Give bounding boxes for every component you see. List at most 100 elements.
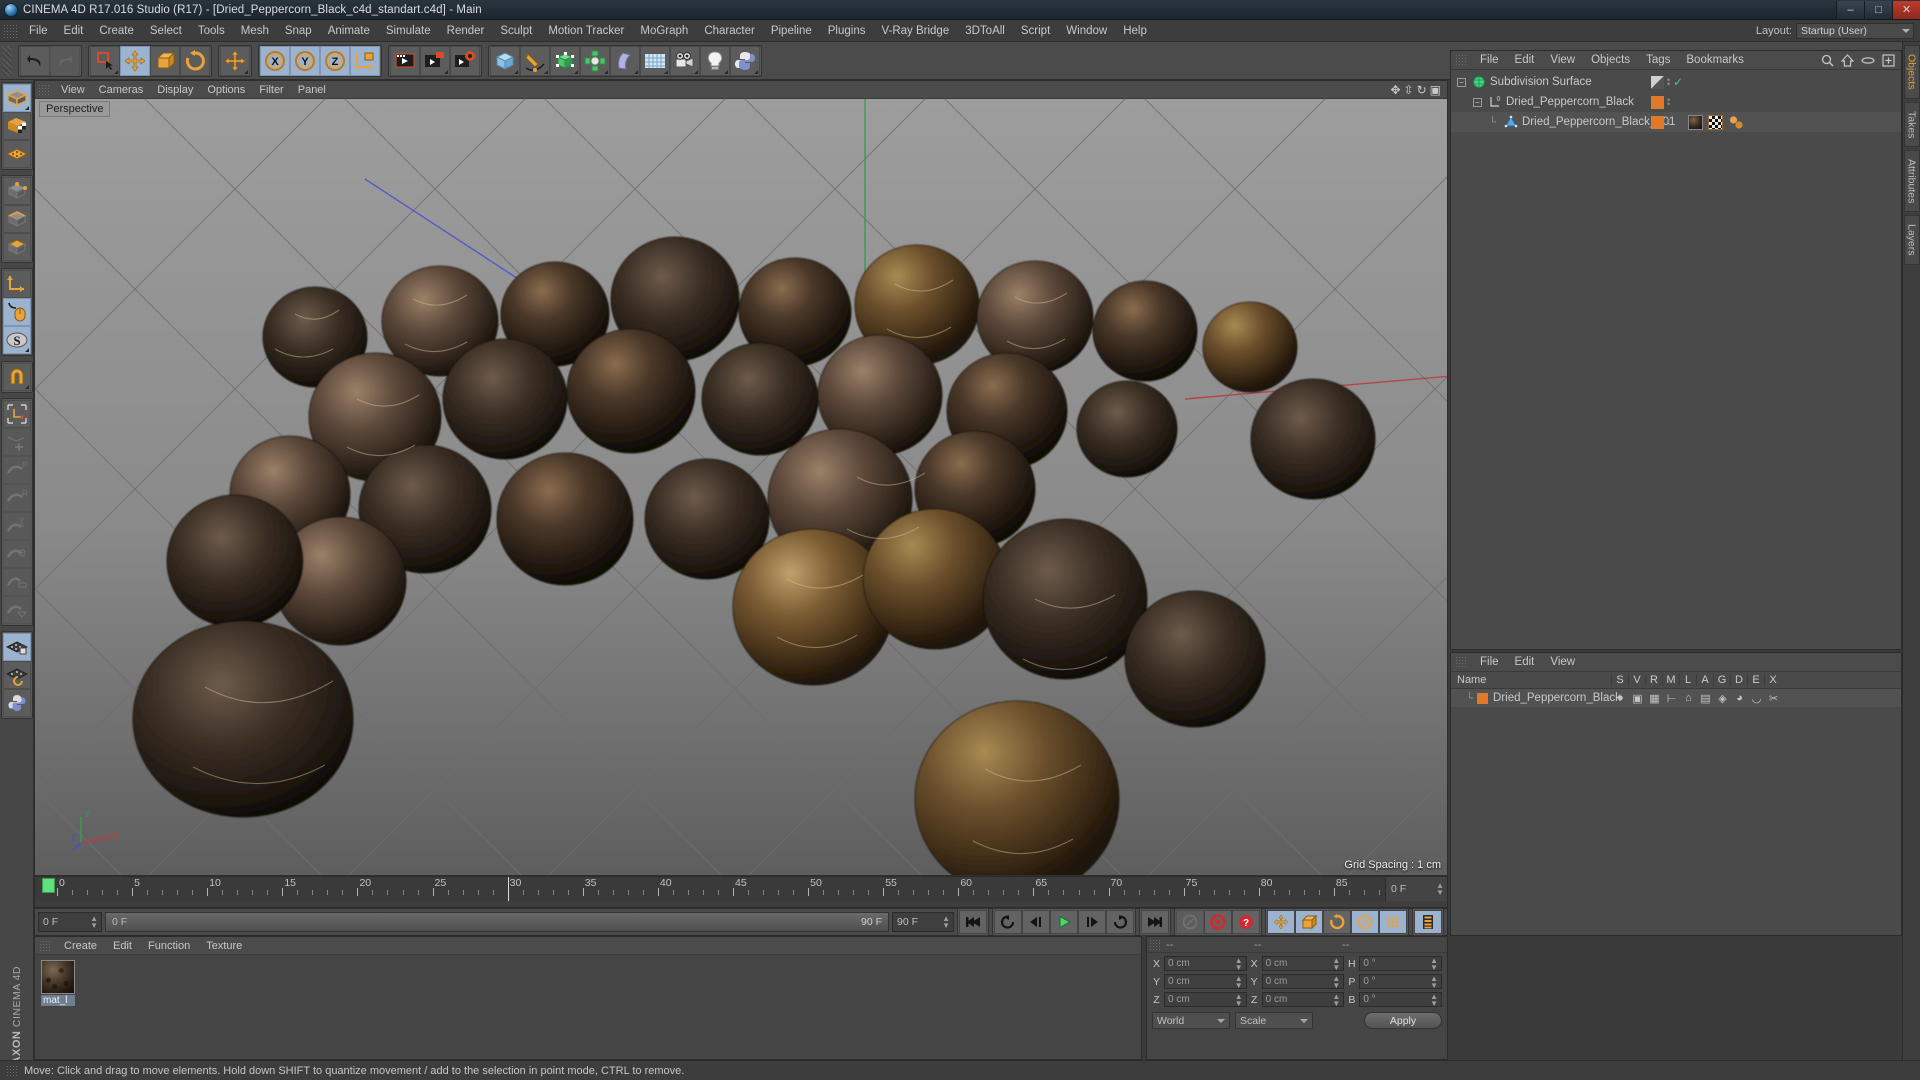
material-menu-create[interactable]: Create	[56, 939, 105, 953]
spline-pen-button[interactable]	[520, 45, 550, 76]
step-back-button[interactable]	[1022, 910, 1050, 934]
menu-v-ray-bridge[interactable]: V-Ray Bridge	[873, 23, 957, 39]
material-menu-function[interactable]: Function	[140, 939, 198, 953]
viewport-canvas[interactable]: Perspective Y X Z Grid Spacing: 1 cm	[35, 99, 1447, 875]
right-tab-objects[interactable]: Objects	[1903, 45, 1920, 99]
spinner-icon[interactable]: ▲ ▼	[90, 915, 98, 930]
menu-create[interactable]: Create	[91, 23, 142, 39]
edges-mode-button[interactable]	[2, 205, 31, 233]
menu-file[interactable]: File	[21, 23, 56, 39]
status-grip-icon[interactable]	[6, 1064, 18, 1077]
move-tool-button[interactable]	[120, 45, 150, 76]
material-tag-icon[interactable]	[1688, 114, 1703, 130]
deformer-button[interactable]	[610, 45, 640, 76]
timeline-ruler[interactable]: 051015202530354045505560657075808590	[35, 877, 1447, 901]
coordinate-rotation-input[interactable]: 0 ° ▲ ▼	[1359, 956, 1443, 971]
maximize-view-icon[interactable]: ▣	[1430, 84, 1441, 96]
layout-select[interactable]: Startup (User)	[1796, 22, 1914, 39]
layer-menu-edit[interactable]: Edit	[1507, 655, 1543, 669]
object-axis-button[interactable]	[2, 270, 31, 298]
viewport-menu-view[interactable]: View	[54, 83, 92, 97]
param-key-button[interactable]: P	[1351, 910, 1379, 934]
object-enable-swatch[interactable]	[1651, 115, 1664, 129]
layer-menu-file[interactable]: File	[1472, 655, 1507, 669]
environment-button[interactable]	[640, 45, 670, 76]
layer-color-swatch[interactable]	[1477, 692, 1488, 704]
coordinate-rotation-input[interactable]: 0 ° ▲ ▼	[1359, 992, 1443, 1007]
spinner-icon[interactable]: ▲ ▼	[1430, 992, 1438, 1007]
spinner-icon[interactable]: ▲ ▼	[1235, 974, 1243, 989]
current-frame-field[interactable]: 0 F ▲ ▼	[38, 912, 102, 932]
quantize-button[interactable]	[2, 428, 31, 456]
spinner-icon[interactable]: ▲ ▼	[1430, 974, 1438, 989]
axis-y-button[interactable]: Y	[290, 45, 320, 76]
polygons-mode-button[interactable]	[2, 233, 31, 261]
close-button[interactable]: ✕	[1892, 0, 1920, 19]
menu-character[interactable]: Character	[696, 23, 763, 39]
viewport-grip-icon[interactable]	[38, 83, 50, 96]
workplane-lock-button[interactable]	[2, 400, 31, 428]
expander-icon[interactable]: −	[1473, 97, 1482, 107]
menu-render[interactable]: Render	[439, 23, 493, 39]
render-icon[interactable]: ▦	[1649, 692, 1660, 705]
mograph-button[interactable]	[580, 45, 610, 76]
material-chip[interactable]: mat_l	[41, 960, 75, 1006]
psr-mode-button[interactable]: PS	[2, 512, 31, 540]
material-menu-texture[interactable]: Texture	[198, 939, 250, 953]
orbit-icon[interactable]: ↻	[1417, 84, 1427, 96]
layer-grip-icon[interactable]	[1455, 656, 1467, 668]
spinner-icon[interactable]: ▲ ▼	[1235, 956, 1243, 971]
menu-motion-tracker[interactable]: Motion Tracker	[540, 23, 632, 39]
poly-snap-button[interactable]	[2, 596, 31, 624]
object-menu-view[interactable]: View	[1542, 53, 1583, 67]
apply-button[interactable]: Apply	[1364, 1012, 1442, 1029]
spinner-icon[interactable]: ▲ ▼	[1332, 992, 1340, 1007]
menu-sculpt[interactable]: Sculpt	[492, 23, 540, 39]
visibility-dots-icon[interactable]: • •	[1667, 76, 1670, 89]
menu-plugins[interactable]: Plugins	[820, 23, 874, 39]
menu-tools[interactable]: Tools	[190, 23, 233, 39]
redo-button[interactable]	[50, 45, 80, 76]
object-menu-bookmarks[interactable]: Bookmarks	[1678, 53, 1752, 67]
record-button[interactable]	[1204, 910, 1232, 934]
enable-axis-button[interactable]: S	[2, 326, 31, 354]
coordinate-mode-select[interactable]: Scale	[1235, 1012, 1313, 1029]
manager-icon[interactable]: ⊢	[1666, 692, 1677, 705]
deformer-icon[interactable]: ◕	[1734, 692, 1745, 704]
coordinate-position-input[interactable]: 0 cm ▲ ▼	[1164, 956, 1247, 971]
search-icon[interactable]	[1821, 54, 1834, 67]
menu-snap[interactable]: Snap	[277, 23, 320, 39]
menu-mograph[interactable]: MoGraph	[632, 23, 696, 39]
coordinate-rotation-input[interactable]: 0 ° ▲ ▼	[1359, 974, 1443, 989]
viewport-menu-cameras[interactable]: Cameras	[92, 83, 151, 97]
spinner-icon[interactable]: ▲ ▼	[1332, 974, 1340, 989]
points-mode-button[interactable]	[2, 177, 31, 205]
coordinate-position-input[interactable]: 0 cm ▲ ▼	[1164, 992, 1247, 1007]
render-settings-button[interactable]	[450, 45, 480, 76]
spinner-icon[interactable]: ▲ ▼	[942, 915, 950, 930]
menu-pipeline[interactable]: Pipeline	[763, 23, 820, 39]
spinner-icon[interactable]: ▲ ▼	[1235, 992, 1243, 1007]
go-to-end-button[interactable]	[1141, 910, 1169, 934]
autokey-button[interactable]	[1176, 910, 1204, 934]
play-button[interactable]	[1050, 910, 1078, 934]
menu-window[interactable]: Window	[1058, 23, 1115, 39]
timeline-current-marker[interactable]	[42, 878, 55, 893]
viewport-menu-display[interactable]: Display	[150, 83, 200, 97]
viewport-menu-options[interactable]: Options	[200, 83, 252, 97]
material-menu-edit[interactable]: Edit	[105, 939, 140, 953]
menu-3dtoall[interactable]: 3DToAll	[957, 23, 1013, 39]
maximize-button[interactable]: □	[1864, 0, 1892, 19]
menu-mesh[interactable]: Mesh	[233, 23, 277, 39]
axis-x-button[interactable]: X	[260, 45, 290, 76]
coordinate-position-input[interactable]: 0 cm ▲ ▼	[1164, 974, 1247, 989]
end-frame-field[interactable]: 90 F ▲ ▼	[892, 912, 954, 932]
right-tab-takes[interactable]: Takes	[1903, 101, 1920, 148]
menu-grip-icon[interactable]	[3, 23, 17, 38]
python-button[interactable]	[730, 45, 760, 76]
menu-animate[interactable]: Animate	[320, 23, 378, 39]
menu-edit[interactable]: Edit	[56, 23, 92, 39]
coordinate-size-input[interactable]: 0 cm ▲ ▼	[1261, 992, 1345, 1007]
undo-button[interactable]	[20, 45, 50, 76]
object-menu-edit[interactable]: Edit	[1507, 53, 1543, 67]
